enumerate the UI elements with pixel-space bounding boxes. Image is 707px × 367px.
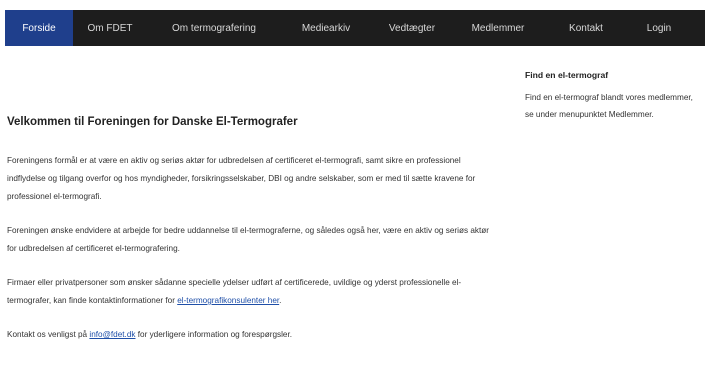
main-navigation: Forside Om FDET Om termografering Mediea… xyxy=(5,10,705,46)
nav-item-om-termografering[interactable]: Om termografering xyxy=(147,10,281,46)
consultants-end: . xyxy=(279,296,282,305)
sidebar-title: Find en el-termograf xyxy=(525,70,609,80)
page: Forside Om FDET Om termografering Mediea… xyxy=(0,0,707,367)
contact-paragraph: Kontakt os venligst på info@fdet.dk for … xyxy=(7,326,489,344)
sidebar-text: Find en el-termograf blandt vores medlem… xyxy=(525,93,693,119)
education-paragraph: Foreningen ønske endvidere at arbejde fo… xyxy=(7,226,489,253)
nav-item-kontakt[interactable]: Kontakt xyxy=(543,10,629,46)
nav-item-vedtaegter[interactable]: Vedtægter xyxy=(371,10,453,46)
sidebar: Find en el-termograf Find en el-termogra… xyxy=(525,70,701,123)
nav-item-forside[interactable]: Forside xyxy=(5,10,73,46)
intro-paragraph: Foreningens formål er at være en aktiv o… xyxy=(7,156,476,201)
page-title: Velkommen til Foreningen for Danske El-T… xyxy=(7,116,298,128)
nav-item-om-fdet[interactable]: Om FDET xyxy=(73,10,147,46)
contact-email-link[interactable]: info@fdet.dk xyxy=(89,330,135,339)
nav-item-login[interactable]: Login xyxy=(629,10,689,46)
contact-text: Kontakt os venligst på xyxy=(7,330,90,339)
consultants-paragraph: Firmaer eller privatpersoner som ønsker … xyxy=(7,274,489,310)
main-content: Velkommen til Foreningen for Danske El-T… xyxy=(7,116,489,344)
nav-item-medlemmer[interactable]: Medlemmer xyxy=(453,10,543,46)
nav-item-mediearkiv[interactable]: Mediearkiv xyxy=(281,10,371,46)
consultants-link[interactable]: el-termografikonsulenter her xyxy=(177,296,279,305)
contact-end: for yderligere information og forespørgs… xyxy=(135,330,293,339)
